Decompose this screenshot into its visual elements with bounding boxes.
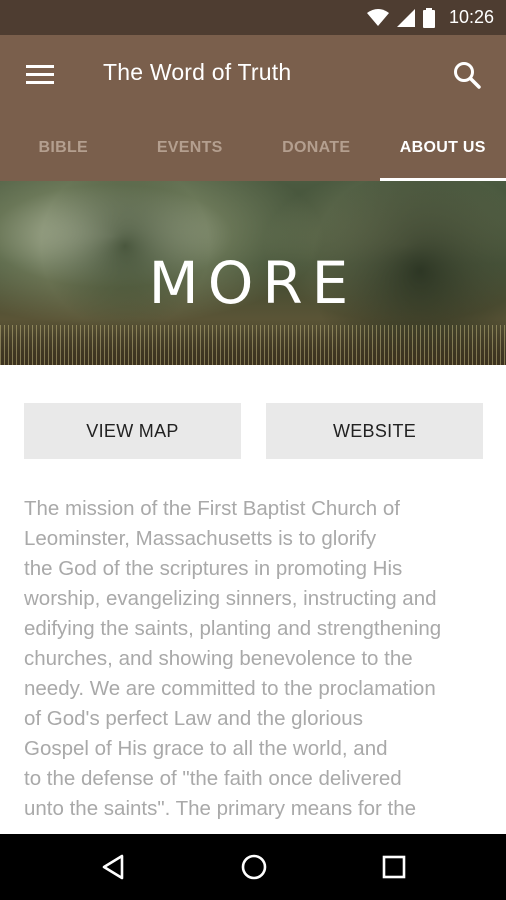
wifi-icon <box>366 8 389 26</box>
back-icon[interactable] <box>100 853 128 881</box>
website-button[interactable]: WEBSITE <box>266 403 483 459</box>
tab-bar: BIBLE EVENTS DONATE ABOUT US <box>0 115 506 181</box>
battery-icon <box>422 7 435 28</box>
hero-title: MORE <box>148 249 358 317</box>
view-map-button[interactable]: VIEW MAP <box>24 403 241 459</box>
status-bar: 10:26 <box>0 0 506 35</box>
tab-events[interactable]: EVENTS <box>127 115 254 181</box>
mission-text: The mission of the First Baptist Church … <box>24 497 442 820</box>
status-time: 10:26 <box>448 7 494 27</box>
home-icon[interactable] <box>240 853 268 881</box>
status-icons: 10:26 <box>366 0 494 35</box>
tab-donate[interactable]: DONATE <box>253 115 380 181</box>
cell-signal-icon <box>396 8 415 27</box>
hero-banner: MORE <box>0 181 506 365</box>
hero-grass <box>0 325 506 365</box>
recent-apps-icon[interactable] <box>380 853 408 881</box>
navigation-bar <box>0 834 506 900</box>
app-title: The Word of Truth <box>103 59 292 85</box>
search-icon[interactable] <box>452 60 482 90</box>
menu-icon[interactable] <box>26 65 54 85</box>
tab-about-us[interactable]: ABOUT US <box>379 115 506 181</box>
tab-bible[interactable]: BIBLE <box>0 115 127 181</box>
app-bar: The Word of Truth <box>0 35 506 115</box>
